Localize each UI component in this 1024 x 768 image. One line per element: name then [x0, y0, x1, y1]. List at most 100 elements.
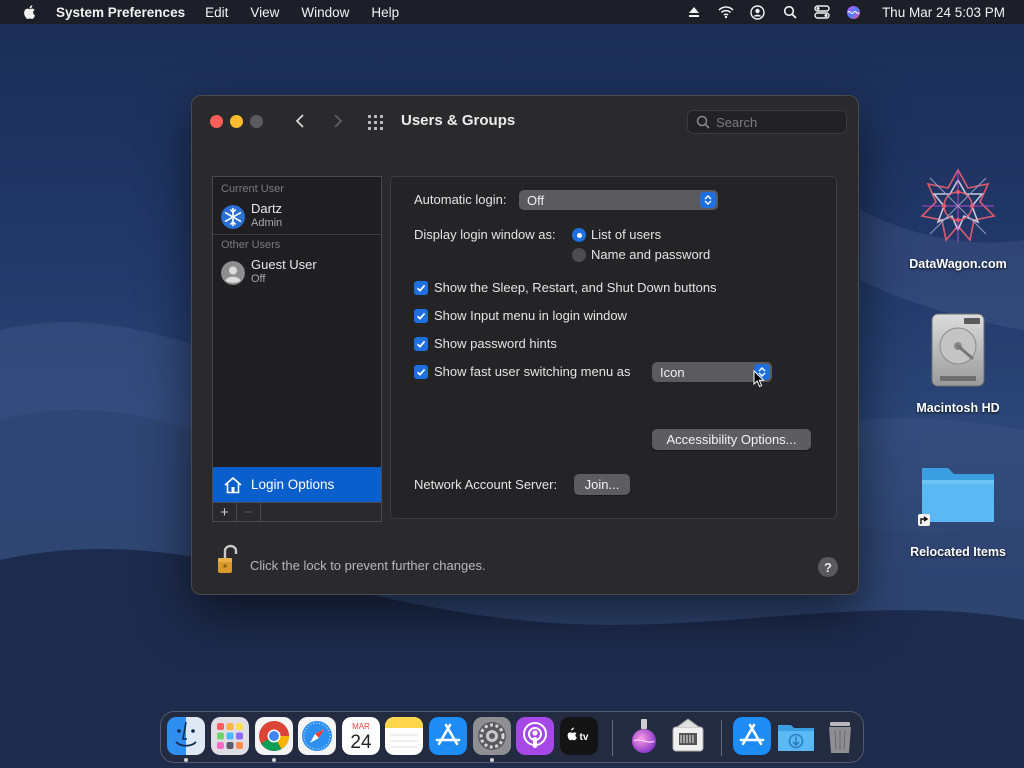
- chrome-icon[interactable]: [255, 717, 293, 755]
- add-user-button[interactable]: +: [213, 503, 237, 521]
- calendar-day: 24: [350, 732, 372, 753]
- checkmark-icon: [416, 340, 426, 348]
- siri-icon[interactable]: [846, 4, 862, 20]
- trash-icon[interactable]: [821, 717, 859, 755]
- join-button[interactable]: Join...: [574, 474, 630, 495]
- launchpad-icon[interactable]: [211, 717, 249, 755]
- back-button[interactable]: [290, 111, 310, 131]
- login-options-panel: Automatic login: Off Display login windo…: [390, 176, 837, 519]
- forward-button[interactable]: [328, 111, 348, 131]
- menu-window[interactable]: Window: [301, 5, 349, 20]
- notes-icon[interactable]: [385, 717, 423, 755]
- finder-icon[interactable]: [167, 717, 205, 755]
- search-field[interactable]: [687, 110, 847, 134]
- app-store-folder-icon[interactable]: [733, 717, 771, 755]
- search-input[interactable]: [716, 114, 836, 130]
- popup-stepper-icon: [700, 192, 716, 208]
- title-bar: Users & Groups: [192, 96, 858, 148]
- other-users-section-label: Other Users: [221, 239, 281, 251]
- checkbox-fast-user-switching-label[interactable]: Show fast user switching menu as: [434, 364, 631, 379]
- chevron-right-icon: [334, 114, 343, 128]
- user-role: Admin: [251, 217, 283, 229]
- spotlight-search-icon[interactable]: [782, 4, 798, 20]
- accessibility-options-button[interactable]: Accessibility Options...: [652, 429, 811, 450]
- podcasts-icon[interactable]: [516, 717, 554, 755]
- checkbox-fast-user-switching[interactable]: [414, 365, 428, 379]
- dock-separator: [612, 720, 613, 756]
- app-one-icon[interactable]: [625, 717, 663, 755]
- apple-tv-label: tv: [580, 732, 589, 743]
- user-name: Dartz: [251, 201, 283, 216]
- radio-name-and-password[interactable]: [572, 248, 586, 262]
- automatic-login-popup[interactable]: Off: [519, 190, 718, 210]
- sidebar-divider: [213, 234, 381, 235]
- lock-open-icon[interactable]: [216, 544, 238, 576]
- display-login-label: Display login window as:: [414, 227, 556, 242]
- checkbox-password-hints-label[interactable]: Show password hints: [434, 336, 557, 351]
- mouse-cursor-icon: [753, 370, 765, 388]
- menu-clock[interactable]: Thu Mar 24 5:03 PM: [882, 5, 1005, 20]
- minimize-window-button[interactable]: [230, 115, 243, 128]
- search-icon: [696, 115, 710, 129]
- datawagon-icon: [920, 168, 996, 242]
- checkmark-icon: [416, 368, 426, 376]
- desktop-icon-relocated-items[interactable]: Relocated Items: [898, 454, 1018, 559]
- checkbox-sleep-restart[interactable]: [414, 281, 428, 295]
- close-window-button[interactable]: [210, 115, 223, 128]
- automatic-login-value: Off: [527, 192, 545, 208]
- safari-icon[interactable]: [298, 717, 336, 755]
- user-row-guest[interactable]: Guest User Off: [213, 253, 381, 293]
- radio-list-of-users[interactable]: [572, 228, 586, 242]
- current-user-section-label: Current User: [221, 183, 284, 195]
- radio-name-and-password-label[interactable]: Name and password: [591, 247, 710, 262]
- remove-user-button[interactable]: −: [237, 503, 261, 521]
- sidebar-item-login-options[interactable]: Login Options: [213, 467, 381, 502]
- menu-app-name[interactable]: System Preferences: [56, 5, 185, 20]
- window-title: Users & Groups: [401, 112, 516, 129]
- downloads-folder-icon[interactable]: [777, 717, 815, 755]
- desktop-icon-label: Macintosh HD: [916, 401, 1000, 415]
- menu-help[interactable]: Help: [371, 5, 399, 20]
- user-account-icon[interactable]: [750, 4, 766, 20]
- checkbox-password-hints[interactable]: [414, 337, 428, 351]
- person-avatar-icon: [221, 261, 245, 285]
- dock-separator: [721, 720, 722, 756]
- system-preferences-icon[interactable]: [473, 717, 511, 755]
- checkbox-input-menu-label[interactable]: Show Input menu in login window: [434, 308, 627, 323]
- eject-icon[interactable]: [686, 4, 702, 20]
- login-options-label: Login Options: [251, 477, 335, 492]
- fast-switch-value: Icon: [660, 364, 685, 380]
- dock: MAR 24 tv: [160, 711, 864, 763]
- desktop-icon-macintosh-hd[interactable]: Macintosh HD: [898, 310, 1018, 415]
- help-button[interactable]: ?: [818, 557, 838, 577]
- control-center-icon[interactable]: [814, 4, 830, 20]
- automatic-login-label: Automatic login:: [414, 192, 507, 207]
- app-store-icon[interactable]: [429, 717, 467, 755]
- wifi-icon[interactable]: [718, 4, 734, 20]
- add-remove-bar: + −: [213, 502, 381, 521]
- app-two-icon[interactable]: [669, 717, 707, 755]
- checkbox-sleep-restart-label[interactable]: Show the Sleep, Restart, and Shut Down b…: [434, 280, 717, 295]
- zoom-window-button[interactable]: [250, 115, 263, 128]
- menu-view[interactable]: View: [250, 5, 279, 20]
- calendar-icon[interactable]: MAR 24: [342, 717, 380, 755]
- user-row-current[interactable]: Dartz Admin: [213, 197, 381, 237]
- running-indicator: [490, 758, 494, 762]
- show-all-grid-icon[interactable]: [366, 112, 386, 132]
- users-groups-window: Users & Groups Current User Dartz Admin: [191, 95, 859, 595]
- folder-alias-icon: [918, 468, 994, 526]
- checkbox-input-menu[interactable]: [414, 309, 428, 323]
- desktop-icon-label: DataWagon.com: [909, 257, 1007, 271]
- menu-edit[interactable]: Edit: [205, 5, 228, 20]
- apple-icon[interactable]: [22, 4, 38, 20]
- desktop-icon-label: Relocated Items: [910, 545, 1006, 559]
- user-status: Off: [251, 273, 266, 285]
- desktop-icon-datawagon[interactable]: DataWagon.com: [898, 166, 1018, 271]
- running-indicator: [184, 758, 188, 762]
- apple-tv-icon[interactable]: tv: [560, 717, 598, 755]
- users-sidebar: Current User Dartz Admin Other Users Gue…: [212, 176, 382, 522]
- house-icon: [224, 476, 242, 493]
- radio-list-of-users-label[interactable]: List of users: [591, 227, 661, 242]
- checkmark-icon: [416, 284, 426, 292]
- running-indicator: [272, 758, 276, 762]
